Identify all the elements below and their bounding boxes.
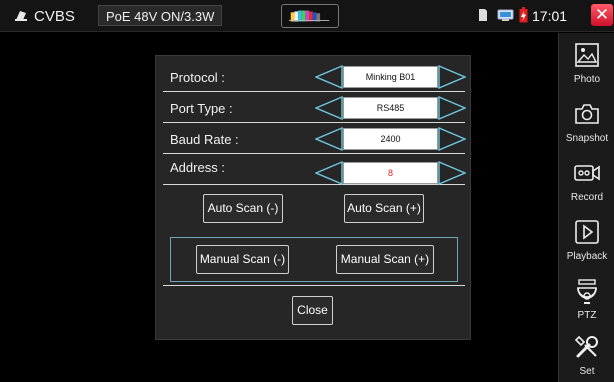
port-type-value[interactable]: RS485 <box>343 97 438 119</box>
sidebar-item-snapshot[interactable]: Snapshot <box>559 96 614 156</box>
record-video-icon <box>574 165 600 181</box>
port-type-next-arrow-icon[interactable] <box>438 96 466 120</box>
baud-rate-label: Baud Rate : <box>170 132 239 147</box>
baud-rate-prev-arrow-icon[interactable] <box>315 127 343 151</box>
camera-icon <box>15 11 27 21</box>
ptz-settings-dialog: Protocol : Minking B01 Port Type : RS485… <box>155 55 471 340</box>
baud-rate-next-arrow-icon[interactable] <box>438 127 466 151</box>
port-type-label: Port Type : <box>170 101 233 116</box>
address-next-arrow-icon[interactable] <box>438 161 466 185</box>
poe-status[interactable]: PoE 48V ON/3.3W <box>98 5 223 26</box>
protocol-row: Protocol : Minking B01 <box>163 64 466 92</box>
sidebar-item-set[interactable]: Set <box>559 329 614 382</box>
address-row: Address : 8 <box>163 157 466 185</box>
address-value[interactable]: 8 <box>343 162 438 184</box>
playback-icon <box>575 220 599 244</box>
protocol-label: Protocol : <box>170 70 225 85</box>
sidebar-item-label: Snapshot <box>565 133 609 144</box>
settings-tools-icon <box>574 335 598 358</box>
port-type-prev-arrow-icon[interactable] <box>315 96 343 120</box>
sidebar-item-label: Record <box>570 192 604 203</box>
divider <box>163 285 465 286</box>
auto-scan-minus-button[interactable]: Auto Scan (-) <box>203 194 283 223</box>
sidebar-item-label: Playback <box>566 251 608 262</box>
sidebar-item-label: Photo <box>573 74 601 85</box>
network-icon <box>497 9 514 21</box>
ptz-dome-camera-icon <box>577 279 597 304</box>
clock: 17:01 <box>532 8 568 24</box>
snapshot-camera-icon <box>575 104 599 124</box>
sidebar-item-label: Set <box>579 366 595 377</box>
status-bar: CVBS PoE 48V ON/3.3W 17:01 ✕ <box>0 0 614 32</box>
sd-card-icon <box>479 9 487 21</box>
sidebar-item-label: PTZ <box>577 310 597 321</box>
video-mode-label: CVBS <box>34 8 75 25</box>
protocol-prev-arrow-icon[interactable] <box>315 65 343 89</box>
sidebar-item-playback[interactable]: Playback <box>559 214 614 274</box>
sidebar-item-record[interactable]: Record <box>559 155 614 215</box>
right-sidebar: Photo Snapshot Record Playback PTZ Set <box>558 33 614 382</box>
sidebar-item-ptz[interactable]: PTZ <box>559 273 614 333</box>
manual-scan-minus-button[interactable]: Manual Scan (-) <box>196 245 289 274</box>
baud-rate-value[interactable]: 2400 <box>343 128 438 150</box>
baud-rate-row: Baud Rate : 2400 <box>163 126 466 154</box>
port-type-row: Port Type : RS485 <box>163 95 466 123</box>
protocol-value[interactable]: Minking B01 <box>343 66 438 88</box>
address-label: Address : <box>170 160 225 175</box>
manual-scan-group: Manual Scan (-) Manual Scan (+) <box>170 237 458 282</box>
auto-scan-plus-button[interactable]: Auto Scan (+) <box>344 194 424 223</box>
address-prev-arrow-icon[interactable] <box>315 161 343 185</box>
signal-test-icon[interactable] <box>281 4 339 28</box>
photo-icon <box>575 43 599 67</box>
battery-charging-icon <box>519 7 528 23</box>
close-button[interactable]: Close <box>292 296 333 325</box>
protocol-next-arrow-icon[interactable] <box>438 65 466 89</box>
close-icon[interactable]: ✕ <box>591 4 613 26</box>
manual-scan-plus-button[interactable]: Manual Scan (+) <box>336 245 434 274</box>
sidebar-item-photo[interactable]: Photo <box>559 37 614 97</box>
